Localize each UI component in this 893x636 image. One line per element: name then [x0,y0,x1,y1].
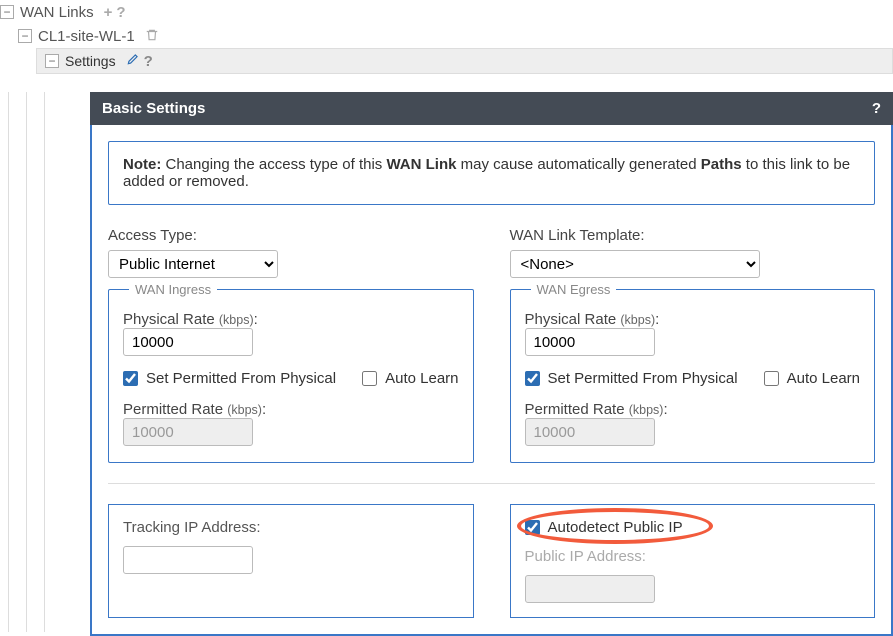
help-icon[interactable]: ? [144,53,153,70]
ingress-set-perm-checkbox[interactable] [123,371,138,386]
egress-perm-input [525,418,655,446]
tracking-ip-input[interactable] [123,546,253,574]
help-icon[interactable]: ? [872,100,881,117]
ingress-phys-unit: (kbps) [219,313,254,327]
ingress-perm-input [123,418,253,446]
egress-auto-learn-label: Auto Learn [787,370,860,387]
egress-auto-learn-checkbox[interactable] [764,371,779,386]
public-ip-label: Public IP Address: [525,548,861,565]
ingress-phys-label: Physical Rate (kbps): [123,311,258,328]
tree-label-child[interactable]: CL1-site-WL-1 [38,28,135,45]
collapse-icon[interactable]: − [45,54,59,68]
tree-row-wan-links: − WAN Links + ? [0,0,893,24]
public-ip-group: Autodetect Public IP Public IP Address: [510,504,876,618]
divider [108,483,875,484]
note-prefix: Note: [123,156,161,173]
section-header: Basic Settings ? [90,92,893,125]
egress-set-perm-checkbox[interactable] [525,371,540,386]
autodetect-public-ip-label: Autodetect Public IP [548,519,683,536]
ingress-phys-input[interactable] [123,328,253,356]
access-type-select[interactable]: Public Internet [108,250,278,278]
collapse-icon[interactable]: − [0,5,14,19]
egress-phys-input[interactable] [525,328,655,356]
note-wan-link: WAN Link [386,156,456,173]
public-ip-input [525,575,655,603]
egress-perm-label: Permitted Rate (kbps): [525,401,668,418]
wan-egress-group: WAN Egress Physical Rate (kbps): Set Per… [510,282,876,463]
trash-icon[interactable] [145,28,159,45]
egress-legend: WAN Egress [531,282,617,297]
note-t2: may cause automatically generated [456,156,700,173]
collapse-icon[interactable]: − [18,29,32,43]
tree-label-root[interactable]: WAN Links [20,4,94,21]
plus-icon[interactable]: + [104,4,113,21]
help-icon[interactable]: ? [116,4,125,21]
col-egress: WAN Link Template: <None> WAN Egress Phy… [510,227,876,463]
egress-set-perm-label: Set Permitted From Physical [548,370,738,387]
tracking-ip-label: Tracking IP Address: [123,519,459,536]
tree-row-child: − CL1-site-WL-1 [18,24,893,48]
col-ingress: Access Type: Public Internet WAN Ingress… [108,227,474,463]
egress-phys-label: Physical Rate (kbps): [525,311,660,328]
section-title: Basic Settings [102,100,205,117]
ingress-auto-learn-label: Auto Learn [385,370,458,387]
ingress-perm-label: Permitted Rate (kbps): [123,401,266,418]
ingress-auto-learn-checkbox[interactable] [362,371,377,386]
tracking-ip-group: Tracking IP Address: [108,504,474,618]
template-label: WAN Link Template: [510,227,876,244]
template-select[interactable]: <None> [510,250,760,278]
wan-ingress-group: WAN Ingress Physical Rate (kbps): Set Pe… [108,282,474,463]
note-t1: Changing the access type of this [161,156,386,173]
tree-row-settings: − Settings ? [36,48,893,74]
ingress-legend: WAN Ingress [129,282,217,297]
tree-label-settings[interactable]: Settings [65,53,116,69]
pencil-icon[interactable] [126,52,140,70]
note-paths: Paths [701,156,742,173]
ingress-phys-text: Physical Rate [123,311,219,328]
basic-settings-panel: Basic Settings ? Note: Changing the acce… [90,92,893,636]
note-box: Note: Changing the access type of this W… [108,141,875,205]
autodetect-public-ip-checkbox[interactable] [525,520,540,535]
ingress-set-perm-label: Set Permitted From Physical [146,370,336,387]
access-type-label: Access Type: [108,227,474,244]
